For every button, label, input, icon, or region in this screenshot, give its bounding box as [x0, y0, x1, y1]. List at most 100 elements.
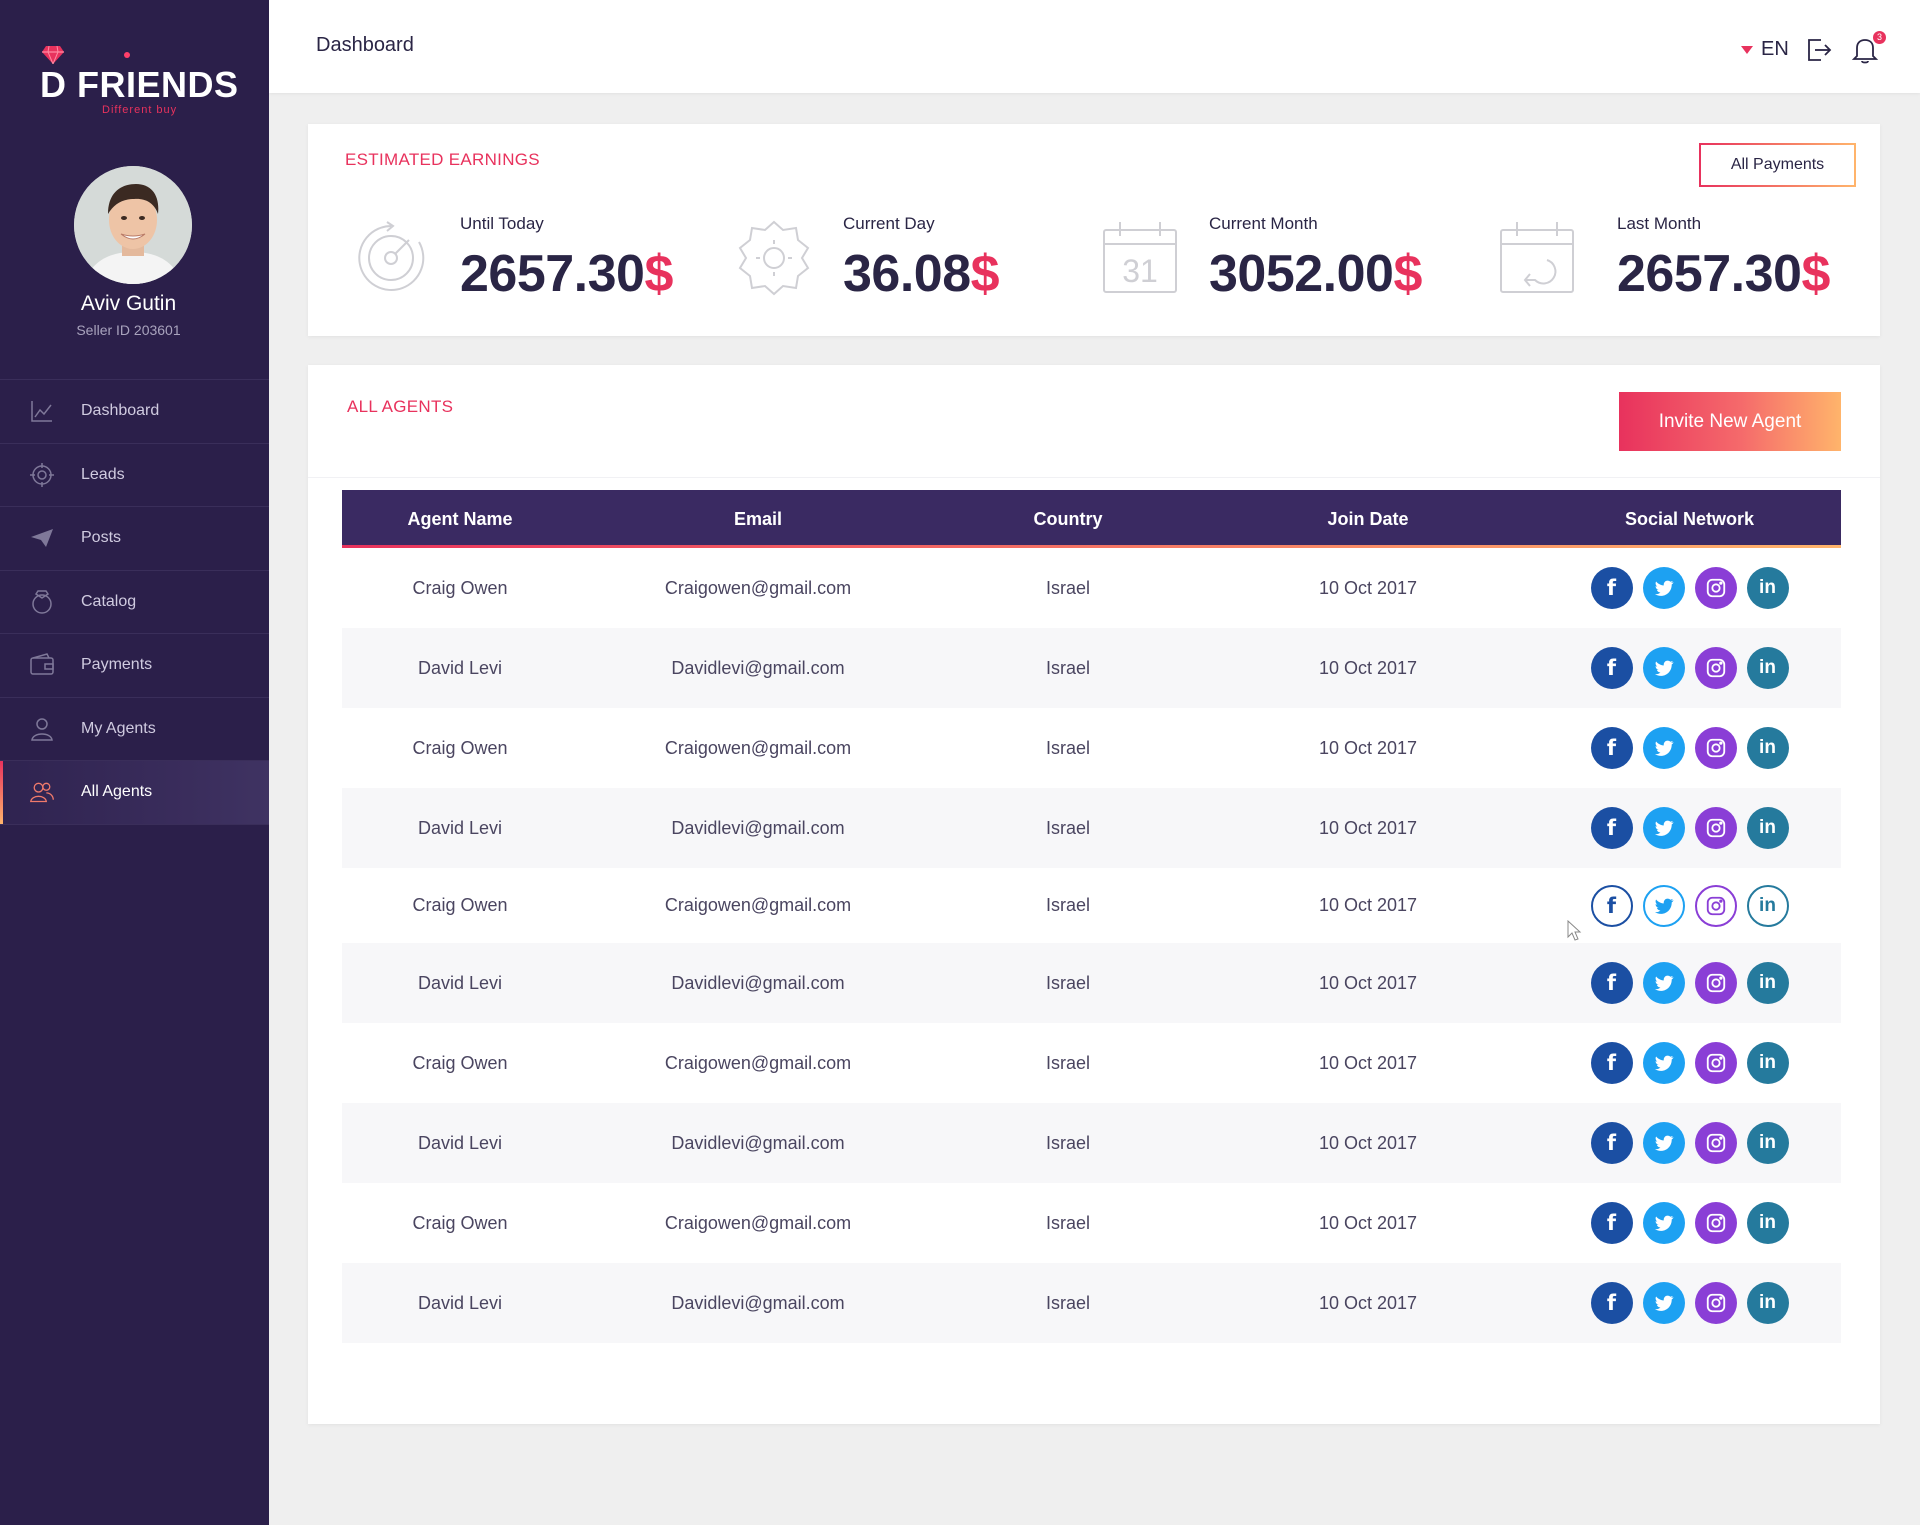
avatar[interactable] [74, 166, 192, 284]
instagram-icon[interactable] [1694, 727, 1737, 769]
join-date-cell: 10 Oct 2017 [1318, 1132, 1418, 1153]
stat-label: Until Today [460, 214, 544, 233]
table-header: Agent Name Email Country Join Date Socia… [342, 490, 1841, 548]
table-row[interactable]: David Levi Davidlevi@gmail.com Israel 10 Oc… [342, 628, 1841, 708]
sidebar-nav: Dashboard Leads Posts Catalog Payments M… [0, 379, 269, 825]
twitter-icon[interactable] [1642, 1122, 1685, 1164]
twitter-icon[interactable] [1642, 807, 1685, 849]
twitter-icon[interactable] [1642, 1282, 1685, 1324]
join-date-cell: 10 Oct 2017 [1318, 657, 1418, 678]
stat-label: Current Day [843, 214, 935, 233]
linkedin-icon[interactable]: in [1746, 1042, 1789, 1084]
twitter-icon[interactable] [1642, 1042, 1685, 1084]
agents-title: ALL AGENTS [347, 397, 454, 416]
wallet-icon [30, 653, 54, 675]
language-selector[interactable]: EN [1741, 38, 1789, 61]
table-row[interactable]: Craig Owen Craigowen@gmail.com Israel 10 Oc… [342, 868, 1841, 943]
instagram-icon[interactable] [1694, 807, 1737, 849]
instagram-icon[interactable] [1694, 567, 1737, 609]
calendar-31-icon: 31 [1103, 222, 1177, 293]
instagram-icon[interactable] [1694, 884, 1737, 927]
instagram-icon[interactable] [1694, 1282, 1737, 1324]
column-header-join-date[interactable]: Join Date [1198, 490, 1538, 548]
facebook-icon[interactable]: f [1590, 1202, 1633, 1244]
column-header-email[interactable]: Email [578, 490, 938, 548]
twitter-icon[interactable] [1642, 884, 1685, 927]
join-date-cell: 10 Oct 2017 [1318, 737, 1418, 758]
linkedin-icon[interactable]: in [1746, 647, 1789, 689]
facebook-icon[interactable]: f [1590, 962, 1633, 1004]
invite-new-agent-button[interactable]: Invite New Agent [1619, 392, 1841, 451]
linkedin-icon[interactable]: in [1746, 1282, 1789, 1324]
instagram-icon[interactable] [1694, 962, 1737, 1004]
seller-id: Seller ID 203601 [76, 322, 181, 338]
sidebar-item-label: All Agents [81, 783, 153, 801]
facebook-icon[interactable]: f [1590, 884, 1633, 927]
table-row[interactable]: David Levi Davidlevi@gmail.com Israel 10 Oc… [342, 1263, 1841, 1343]
social-links: f in [1590, 567, 1789, 609]
notification-badge: 3 [1873, 31, 1886, 44]
facebook-icon[interactable]: f [1590, 727, 1633, 769]
column-header-agent-name[interactable]: Agent Name [342, 490, 578, 548]
linkedin-icon[interactable]: in [1746, 962, 1789, 1004]
sidebar-item-payments[interactable]: Payments [0, 634, 269, 698]
table-row[interactable]: Craig Owen Craigowen@gmail.com Israel 10 Oc… [342, 548, 1841, 628]
page-title: Dashboard [316, 34, 414, 56]
sidebar: D FRIENDS Different buy Aviv Gutin Selle… [0, 0, 269, 1525]
sidebar-item-posts[interactable]: Posts [0, 507, 269, 571]
agent-name-cell: David Levi [417, 1132, 503, 1153]
facebook-icon[interactable]: f [1590, 567, 1633, 609]
instagram-icon[interactable] [1694, 1042, 1737, 1084]
column-header-country[interactable]: Country [938, 490, 1198, 548]
agent-name-cell: Craig Owen [412, 577, 508, 598]
instagram-icon[interactable] [1694, 1122, 1737, 1164]
brand-tagline: Different buy [102, 104, 178, 116]
twitter-icon[interactable] [1642, 567, 1685, 609]
logout-icon[interactable] [1805, 36, 1833, 64]
linkedin-icon[interactable]: in [1746, 884, 1789, 927]
sidebar-item-dashboard[interactable]: Dashboard [0, 380, 269, 444]
brand-logo[interactable]: D FRIENDS Different buy [40, 44, 240, 120]
instagram-icon[interactable] [1694, 1202, 1737, 1244]
linkedin-icon[interactable]: in [1746, 567, 1789, 609]
top-bar: Dashboard EN 3 [269, 0, 1920, 93]
linkedin-icon[interactable]: in [1746, 727, 1789, 769]
table-row[interactable]: David Levi Davidlevi@gmail.com Israel 10 Oc… [342, 1103, 1841, 1183]
table-row[interactable]: David Levi Davidlevi@gmail.com Israel 10 Oc… [342, 788, 1841, 868]
stat-value: 36.08$ [843, 244, 1000, 304]
stat-label: Last Month [1617, 214, 1702, 233]
sidebar-item-my-agents[interactable]: My Agents [0, 698, 269, 761]
social-links: f in [1590, 1042, 1789, 1084]
facebook-icon[interactable]: f [1590, 807, 1633, 849]
stat-currency: $ [644, 245, 673, 303]
linkedin-icon[interactable]: in [1746, 807, 1789, 849]
table-row[interactable]: Craig Owen Craigowen@gmail.com Israel 10 Oc… [342, 1183, 1841, 1263]
facebook-icon[interactable]: f [1590, 1122, 1633, 1164]
table-row[interactable]: Craig Owen Craigowen@gmail.com Israel 10 Oc… [342, 1023, 1841, 1103]
facebook-icon[interactable]: f [1590, 647, 1633, 689]
stat-value: 2657.30$ [1617, 244, 1830, 304]
sidebar-item-all-agents[interactable]: All Agents [0, 761, 269, 825]
linkedin-icon[interactable]: in [1746, 1122, 1789, 1164]
stat-amount: 2657.30 [1617, 245, 1802, 303]
agent-name-cell: David Levi [417, 972, 503, 993]
country-cell: Israel [1045, 737, 1090, 758]
linkedin-icon[interactable]: in [1746, 1202, 1789, 1244]
social-links: f in [1590, 807, 1789, 849]
country-cell: Israel [1045, 1132, 1090, 1153]
instagram-icon[interactable] [1694, 647, 1737, 689]
mouse-cursor-icon [1567, 920, 1582, 941]
facebook-icon[interactable]: f [1590, 1042, 1633, 1084]
estimated-earnings-card: ESTIMATED EARNINGS All Payments Until To… [308, 124, 1880, 336]
sidebar-item-catalog[interactable]: Catalog [0, 571, 269, 634]
table-row[interactable]: David Levi Davidlevi@gmail.com Israel 10 Oc… [342, 943, 1841, 1023]
sidebar-item-label: My Agents [81, 719, 156, 737]
twitter-icon[interactable] [1642, 1202, 1685, 1244]
facebook-icon[interactable]: f [1590, 1282, 1633, 1324]
twitter-icon[interactable] [1642, 962, 1685, 1004]
twitter-icon[interactable] [1642, 727, 1685, 769]
all-payments-button[interactable]: All Payments [1699, 143, 1856, 187]
table-row[interactable]: Craig Owen Craigowen@gmail.com Israel 10 Oc… [342, 708, 1841, 788]
sidebar-item-leads[interactable]: Leads [0, 444, 269, 507]
twitter-icon[interactable] [1642, 647, 1685, 689]
